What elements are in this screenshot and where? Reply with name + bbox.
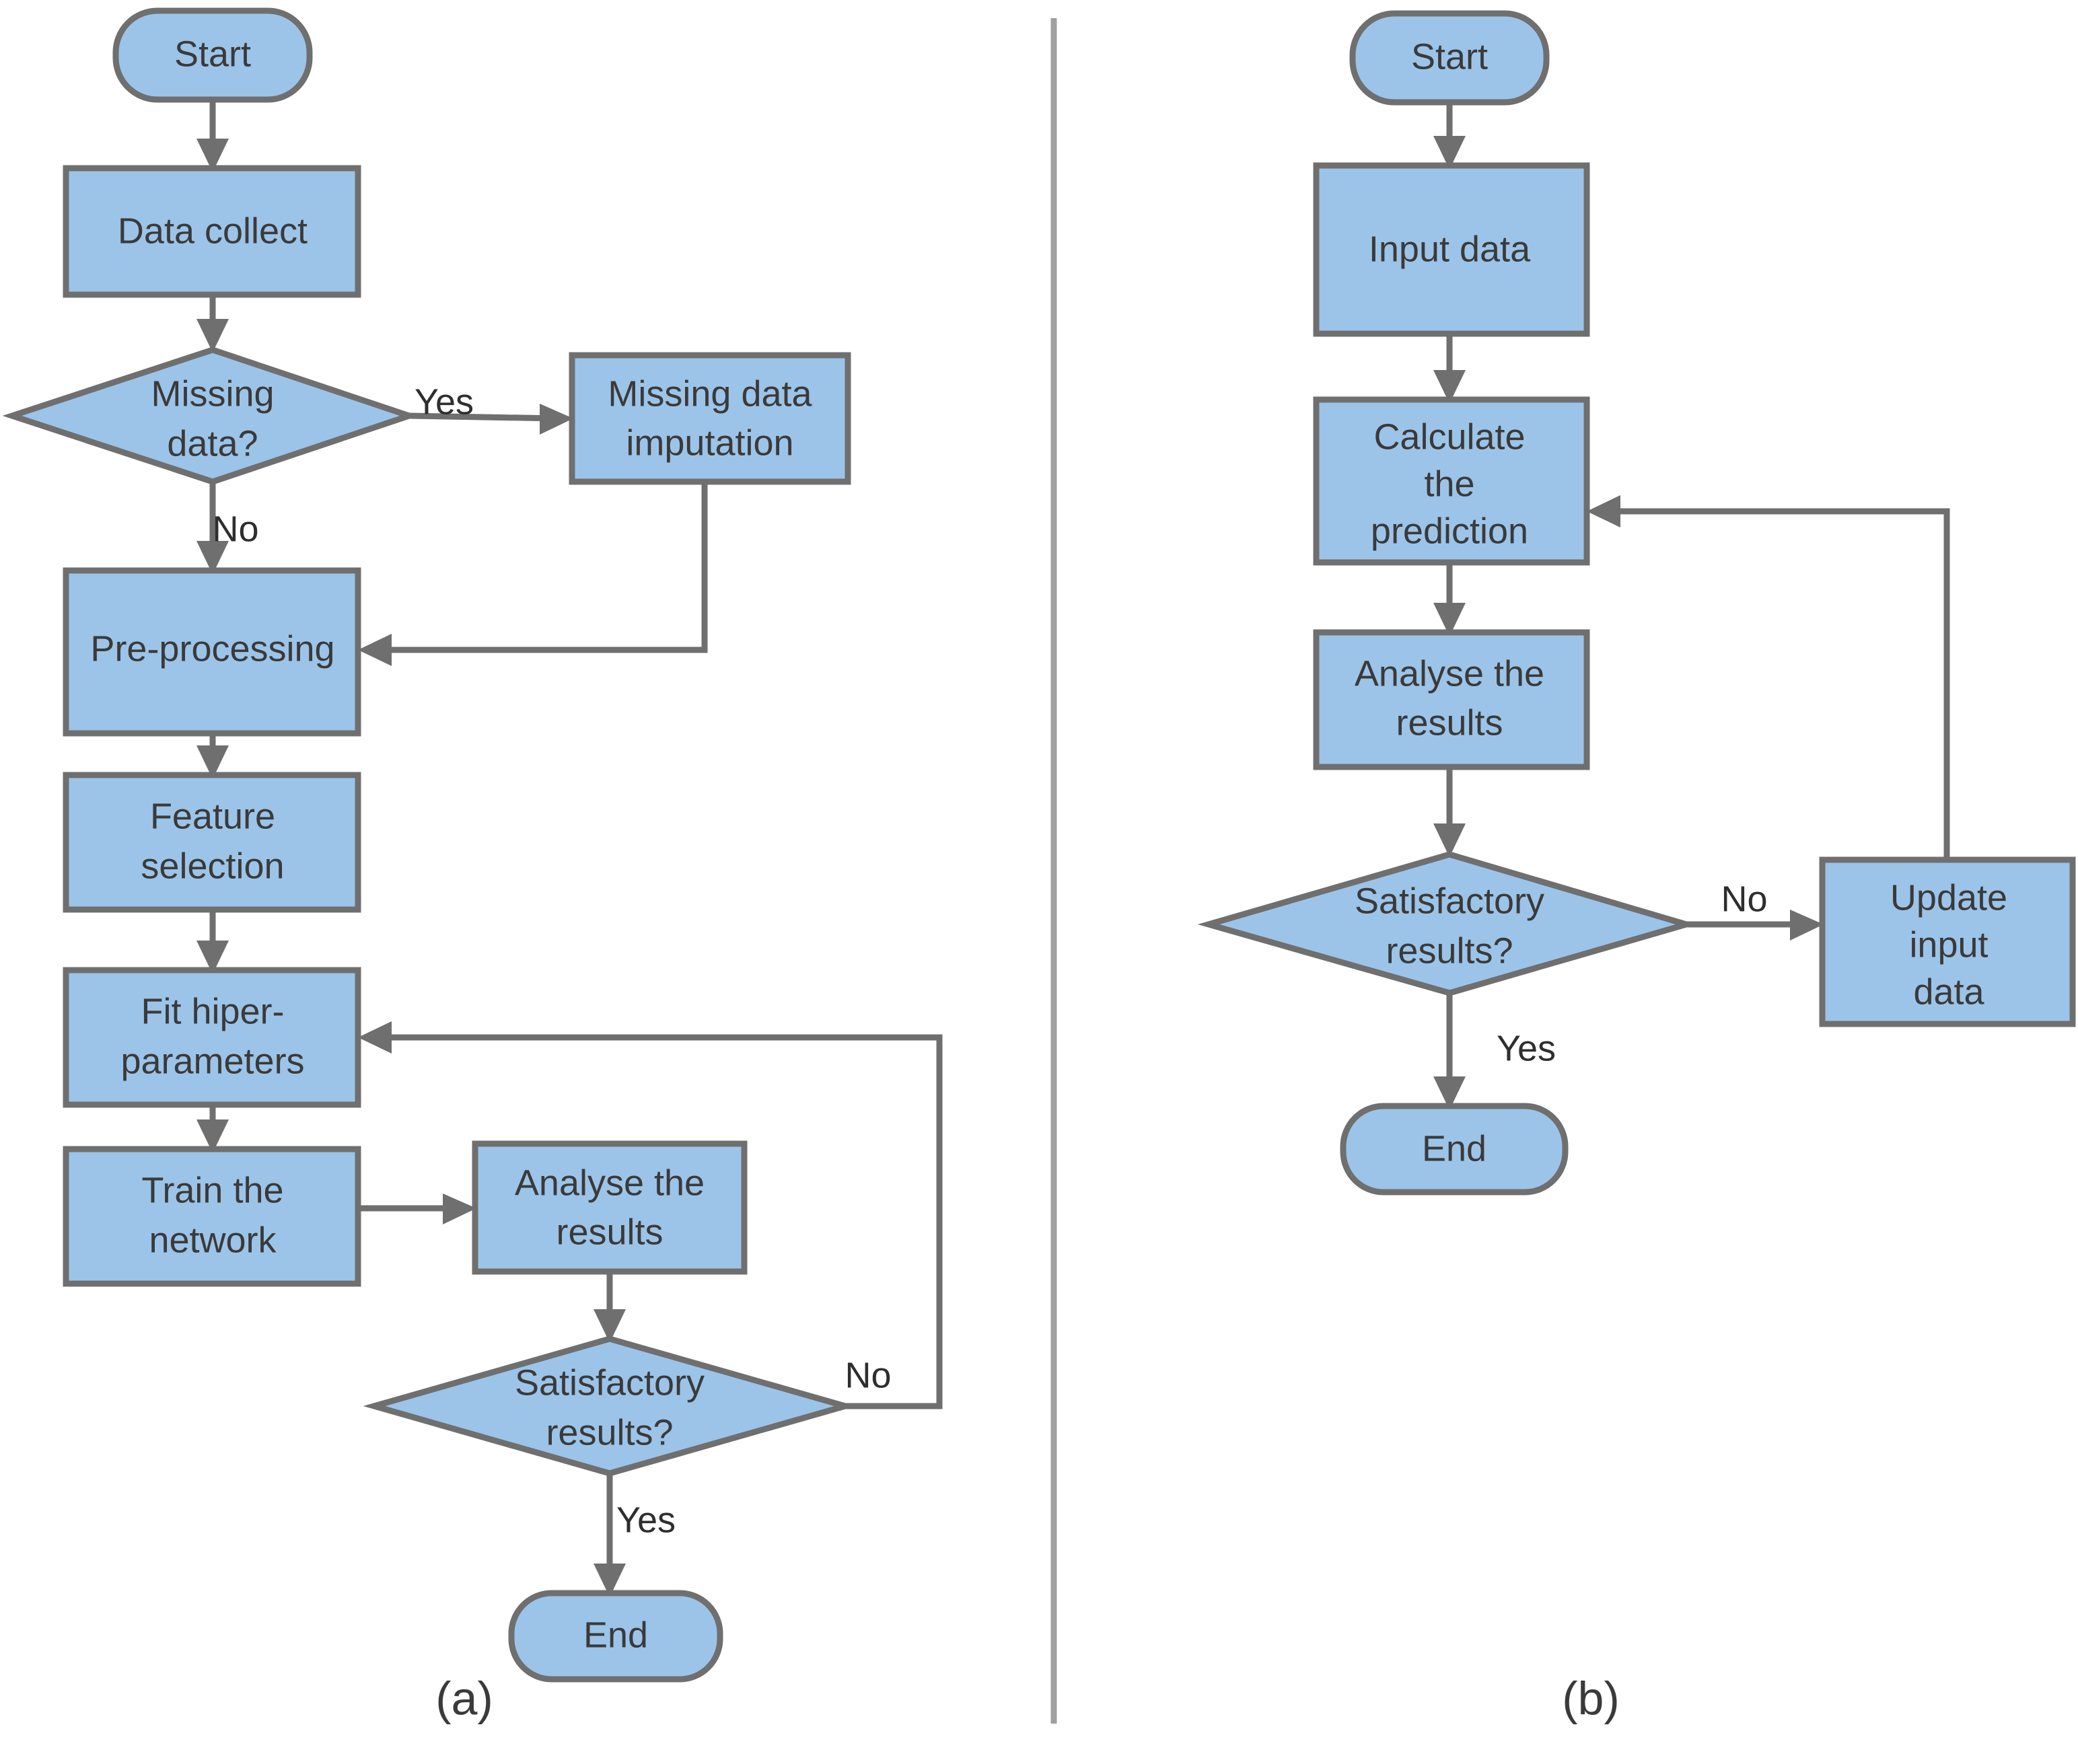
panel-b-nodes: Start Input data Calculate the predictio… <box>1197 10 2076 1196</box>
node-imputation-label-line2: imputation <box>626 422 793 463</box>
arrowhead-b-calc-loop <box>1587 495 1620 527</box>
node-start-label: Start <box>174 34 251 74</box>
node-b-analyse-the-results-label-line2: results <box>1396 702 1503 743</box>
node-train-the-network[interactable] <box>63 1146 361 1287</box>
edge-label-b-yes-satisfactory: Yes <box>1497 1028 1556 1068</box>
panel-a: Start Data collect Missing data? Missing… <box>2 7 943 1724</box>
node-analyse-the-results-label-line1: Analyse the <box>515 1163 705 1203</box>
arrowhead-fithiper-loop <box>358 1021 392 1054</box>
node-b-start-label: Start <box>1411 36 1488 77</box>
panel-a-caption: (a) <box>435 1672 493 1724</box>
edge-label-yes-missing: Yes <box>415 381 474 422</box>
node-fit-hiperparameters[interactable] <box>63 967 361 1108</box>
node-b-input-data-label: Input data <box>1369 229 1531 269</box>
arrowhead-analyse <box>443 1193 476 1224</box>
node-b-end-label: End <box>1422 1128 1486 1169</box>
node-b-update-input-data-label-line3: data <box>1913 971 1984 1012</box>
figure-canvas: Start Data collect Missing data? Missing… <box>0 0 2078 1764</box>
node-missing-data-label-line1: Missing <box>151 373 274 414</box>
panel-b-caption: (b) <box>1562 1672 1620 1724</box>
arrowhead-preproc-side <box>358 634 392 666</box>
node-data-collect-label: Data collect <box>118 211 308 251</box>
arrowhead-imputation <box>540 404 573 435</box>
node-imputation-label-line1: Missing data <box>608 373 812 414</box>
edge-label-no-satisfactory: No <box>845 1355 891 1395</box>
edge-label-no-missing: No <box>212 509 258 549</box>
node-b-calculate-prediction-label-line1: Calculate <box>1373 416 1525 457</box>
node-b-calculate-prediction-label-line3: prediction <box>1371 511 1528 551</box>
node-b-analyse-the-results-label-line1: Analyse the <box>1355 653 1544 694</box>
node-feature-selection[interactable] <box>63 772 361 913</box>
node-satisfactory-results-label-line2: results? <box>546 1412 673 1453</box>
panel-a-nodes: Start Data collect Missing data? Missing… <box>2 7 857 1683</box>
node-b-analyse-the-results[interactable] <box>1313 629 1590 770</box>
edge-label-yes-satisfactory: Yes <box>616 1500 676 1540</box>
node-satisfactory-results-decision[interactable] <box>363 1335 857 1477</box>
panel-b: Start Input data Calculate the predictio… <box>1197 10 2076 1724</box>
node-train-the-network-label-line2: network <box>149 1220 277 1260</box>
arrowhead-b-update <box>1790 910 1824 941</box>
node-missing-data-label-line2: data? <box>167 423 258 464</box>
node-satisfactory-results-label-line1: Satisfactory <box>515 1362 705 1403</box>
node-b-update-input-data-label-line1: Update <box>1890 877 2007 918</box>
node-b-satisfactory-results-label-line2: results? <box>1386 930 1513 971</box>
node-b-satisfactory-results-label-line1: Satisfactory <box>1355 881 1544 921</box>
node-fit-hiperparameters-label-line2: parameters <box>120 1041 304 1081</box>
edge-label-b-no-satisfactory: No <box>1721 879 1767 919</box>
node-end-label: End <box>583 1615 648 1655</box>
node-feature-selection-label-line1: Feature <box>150 796 275 836</box>
node-b-update-input-data-label-line2: input <box>1909 924 1988 965</box>
flowchart-svg: Start Data collect Missing data? Missing… <box>2 7 2076 1724</box>
node-b-calculate-prediction-label-line2: the <box>1424 464 1474 504</box>
node-pre-processing-label: Pre-processing <box>90 628 334 669</box>
node-analyse-the-results-label-line2: results <box>556 1212 663 1252</box>
node-feature-selection-label-line2: selection <box>141 846 284 886</box>
node-b-satisfactory-results-decision[interactable] <box>1197 851 1698 996</box>
edge-b-update-loop-to-calc <box>1603 508 1950 860</box>
edge-imputation-to-preproc <box>374 482 708 653</box>
node-train-the-network-label-line1: Train the <box>141 1170 283 1210</box>
node-fit-hiperparameters-label-line1: Fit hiper- <box>141 991 284 1031</box>
